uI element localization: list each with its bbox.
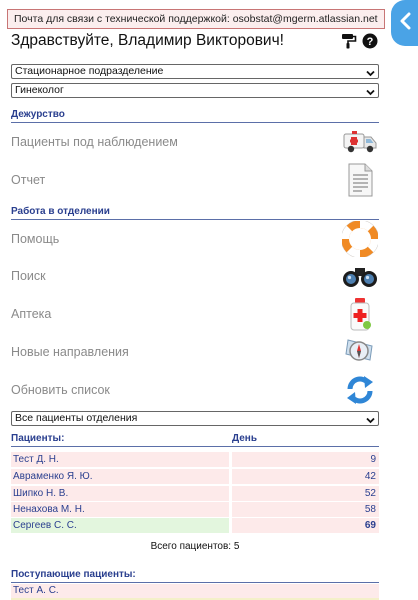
chevron-left-icon: [399, 12, 413, 35]
specialty-select-value: Гинеколог: [15, 84, 64, 96]
document-icon: [341, 162, 379, 198]
patient-day: 58: [232, 502, 379, 517]
menu-item-label: Помощь: [11, 232, 60, 246]
patient-name[interactable]: Шипко Н. В.: [11, 486, 229, 501]
menu-item-label: Поиск: [11, 269, 46, 283]
ambulance-icon: [341, 124, 379, 160]
menu-item-label: Отчет: [11, 173, 46, 187]
patient-filter-select-value: Все пациенты отделения: [15, 412, 138, 424]
patient-day: 42: [232, 469, 379, 484]
paint-roller-icon[interactable]: [341, 33, 357, 49]
lifebuoy-icon: [341, 221, 379, 257]
chevron-down-icon: [366, 87, 375, 100]
patients-total: Всего пациентов: 5: [150, 541, 240, 552]
greeting-title: Здравствуйте, Владимир Викторович!: [11, 32, 284, 49]
chevron-down-icon: [366, 68, 375, 81]
incoming-patient-name[interactable]: Тест А. С.: [13, 585, 59, 596]
table-row[interactable]: Ненахова М. Н. 58: [11, 502, 379, 517]
top-icons: ?: [341, 33, 378, 49]
section-ward-work: Работа в отделении: [11, 206, 379, 220]
patient-name[interactable]: Авраменко Я. Ю.: [11, 469, 229, 484]
patient-day: 9: [232, 452, 379, 467]
chevron-down-icon: [366, 415, 375, 428]
menu-item-pharmacy[interactable]: Аптека: [11, 296, 379, 332]
medicine-bottle-icon: [341, 296, 379, 332]
menu-item-new-referrals[interactable]: Новые направления: [11, 334, 379, 370]
table-row[interactable]: Шипко Н. В. 52: [11, 486, 379, 501]
department-select[interactable]: Стационарное подразделение: [11, 64, 379, 79]
patient-name[interactable]: Ненахова М. Н.: [11, 502, 229, 517]
menu-item-refresh-list[interactable]: Обновить список: [11, 372, 379, 408]
table-row[interactable]: Авраменко Я. Ю. 42: [11, 469, 379, 484]
menu-item-report[interactable]: Отчет: [11, 162, 379, 198]
menu-item-help[interactable]: Помощь: [11, 221, 379, 257]
table-row[interactable]: Сергеев С. С. 69: [11, 518, 379, 533]
back-tab-button[interactable]: [391, 0, 418, 46]
table-row[interactable]: Тест Д. Н. 9: [11, 452, 379, 467]
svg-text:?: ?: [367, 36, 374, 48]
section-incoming-patients: Поступающие пациенты:: [11, 569, 379, 583]
specialty-select[interactable]: Гинеколог: [11, 83, 379, 98]
compass-icon: [341, 334, 379, 370]
refresh-icon: [341, 372, 379, 408]
binoculars-icon: [341, 258, 379, 294]
menu-item-observed-patients[interactable]: Пациенты под наблюдением: [11, 124, 379, 160]
menu-item-label: Пациенты под наблюдением: [11, 135, 178, 149]
menu-item-label: Аптека: [11, 307, 52, 321]
department-select-value: Стационарное подразделение: [15, 65, 164, 77]
patient-day: 69: [232, 518, 379, 533]
menu-item-label: Обновить список: [11, 383, 110, 397]
support-notice: Почта для связи с технической поддержкой…: [7, 9, 385, 29]
patient-filter-select[interactable]: Все пациенты отделения: [11, 411, 379, 426]
column-header-day: День: [232, 433, 257, 444]
menu-item-label: Новые направления: [11, 345, 129, 359]
patients-table-header: Пациенты: День: [11, 433, 379, 447]
help-icon[interactable]: ?: [362, 33, 378, 49]
patient-day: 52: [232, 486, 379, 501]
section-duty: Дежурство: [11, 109, 379, 123]
column-header-patients: Пациенты:: [11, 433, 65, 444]
list-item[interactable]: Тест А. С.: [11, 584, 379, 598]
menu-item-search[interactable]: Поиск: [11, 258, 379, 294]
patient-name[interactable]: Тест Д. Н.: [11, 452, 229, 467]
patient-name[interactable]: Сергеев С. С.: [11, 518, 229, 533]
